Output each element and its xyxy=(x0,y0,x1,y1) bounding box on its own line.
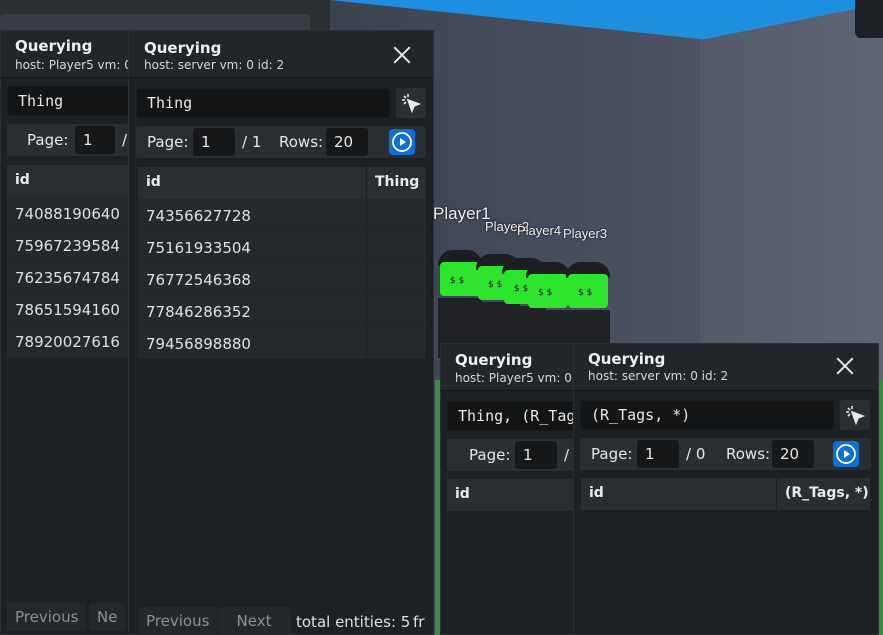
cell-id: 74356627728 xyxy=(138,200,367,231)
cell-thing xyxy=(367,328,427,359)
cell-id: 77846286352 xyxy=(138,296,367,327)
previous-button[interactable]: Previous xyxy=(7,603,87,631)
table-row[interactable]: 77846286352 xyxy=(138,295,427,327)
page-input[interactable]: 1 xyxy=(75,126,115,154)
window-title: Querying xyxy=(588,350,666,368)
player-label-1: Player1 xyxy=(433,204,491,223)
player-label-3: Player3 xyxy=(563,226,608,241)
page-input[interactable]: 1 xyxy=(515,441,557,469)
results-table: id Thing 74356627728 75161933504 7677254… xyxy=(138,167,427,359)
window-subtitle: host: server vm: 0 id: 2 xyxy=(588,369,729,383)
window-title: Querying xyxy=(15,37,93,55)
query-input[interactable]: Thing xyxy=(136,88,390,118)
page-total: / 0 xyxy=(686,445,706,463)
window-header[interactable]: Querying host: server vm: 0 id: 2 xyxy=(574,344,878,391)
column-header-id[interactable]: id xyxy=(581,478,777,510)
corner-menu-button[interactable] xyxy=(855,0,883,38)
entity-picker-icon[interactable] xyxy=(396,88,426,118)
cell-id: 75161933504 xyxy=(138,232,367,263)
window-title: Querying xyxy=(144,39,222,57)
window-subtitle: host: Player5 vm: 0 xyxy=(15,58,132,72)
page-total: / 1 xyxy=(242,133,262,151)
table-row[interactable]: 75161933504 xyxy=(138,231,427,263)
rows-label: Rows: xyxy=(279,133,324,151)
cell-thing xyxy=(367,296,427,327)
page-input[interactable]: 1 xyxy=(637,440,679,468)
close-icon[interactable] xyxy=(834,355,856,377)
next-button[interactable]: Ne xyxy=(89,603,126,631)
footer-extra-text: fr xyxy=(413,613,425,631)
entity-picker-icon[interactable] xyxy=(840,400,870,430)
column-header-thing[interactable]: Thing xyxy=(367,167,427,199)
page-label: Page: xyxy=(469,446,511,464)
cell-thing xyxy=(367,200,427,231)
page-input[interactable]: 1 xyxy=(193,128,235,156)
table-header: id Thing xyxy=(138,167,427,199)
table-row[interactable]: 79456898880 xyxy=(138,327,427,359)
run-query-icon[interactable] xyxy=(389,129,415,155)
cell-id: 79456898880 xyxy=(138,328,367,359)
next-button[interactable]: Next xyxy=(218,607,290,635)
cell-id: 76772546368 xyxy=(138,264,367,295)
pager: Page: 1 / 0 Rows: 20 xyxy=(580,438,871,470)
window-header[interactable]: Querying host: server vm: 0 id: 2 xyxy=(129,31,433,78)
table-header: id (R_Tags, *) xyxy=(581,478,871,510)
player-label-4: Player4 xyxy=(517,223,562,238)
pager: Page: 1 / 1 Rows: 20 xyxy=(136,126,426,158)
cell-thing xyxy=(367,264,427,295)
query-window-server: Querying host: server vm: 0 id: 2 Thing … xyxy=(128,30,434,635)
table-row[interactable]: 74356627728 xyxy=(138,199,427,231)
total-entities-text: total entities: 5 xyxy=(296,613,411,631)
window-title: Querying xyxy=(455,351,533,369)
query-window-server-tags: Querying host: server vm: 0 id: 2 (R_Tag… xyxy=(573,343,879,635)
results-table: id (R_Tags, *) xyxy=(581,478,871,628)
query-input[interactable]: (R_Tags, *) xyxy=(580,400,834,430)
page-label: Page: xyxy=(591,445,633,463)
page-total: / xyxy=(564,446,570,464)
table-row[interactable]: 76772546368 xyxy=(138,263,427,295)
previous-button[interactable]: Previous xyxy=(138,607,218,635)
run-query-icon[interactable] xyxy=(833,441,859,467)
rows-label: Rows: xyxy=(726,445,771,463)
cell-thing xyxy=(367,232,427,263)
close-icon[interactable] xyxy=(391,44,413,66)
rows-input[interactable]: 20 xyxy=(772,440,814,468)
page-label: Page: xyxy=(27,131,69,149)
rows-input[interactable]: 20 xyxy=(326,128,368,156)
window-subtitle: host: Player5 vm: 0 xyxy=(455,371,572,385)
window-subtitle: host: server vm: 0 id: 2 xyxy=(144,58,285,72)
column-header-id[interactable]: id xyxy=(138,167,367,199)
page-label: Page: xyxy=(147,133,189,151)
column-header-r-tags[interactable]: (R_Tags, *) xyxy=(777,478,871,510)
page-total: / xyxy=(122,131,128,149)
